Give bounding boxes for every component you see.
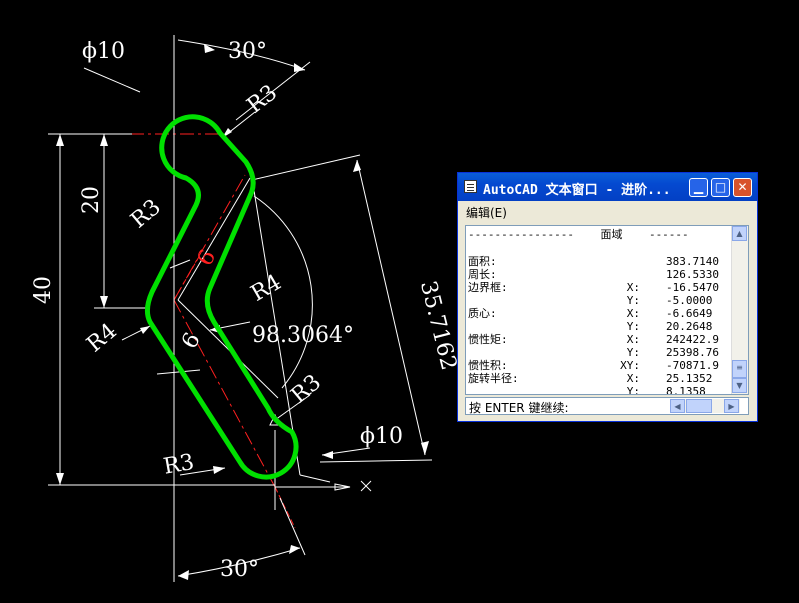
horizontal-scroll-thumb[interactable] — [686, 399, 712, 413]
command-prompt[interactable]: 按 ENTER 键继续: ◀ ▶ — [465, 397, 749, 415]
dim-r3-left: R3 — [126, 195, 165, 234]
scroll-right-icon[interactable]: ▶ — [724, 399, 739, 413]
list-item: Y: 20.2648 — [626, 320, 713, 333]
scroll-up-icon[interactable]: ▲ — [732, 226, 747, 241]
close-button[interactable]: ✕ — [733, 178, 752, 197]
dim-r4-right: R4 — [247, 270, 286, 307]
dim-diameter-top: ϕ10 — [82, 39, 125, 64]
list-item: 惯性积: XY: -70871.9 — [468, 359, 719, 372]
list-item: 面积: 383.7140 — [468, 255, 719, 268]
dim-angle-top: 30° — [228, 39, 267, 64]
list-item: Y: -5.0000 — [626, 294, 713, 307]
list-item: 边界框: X: -16.5470 — [468, 281, 719, 294]
autocad-text-window[interactable]: AutoCAD 文本窗口 - 进阶... ▁ □ ✕ 编辑(E) -------… — [457, 172, 758, 422]
list-item: Y: 8.1358 — [626, 385, 706, 395]
dim-r3-bottom-right: R3 — [287, 370, 326, 409]
scroll-thumb[interactable]: ≡ — [732, 360, 747, 378]
dimension-lines — [48, 35, 433, 582]
dim-angle-98: 98.3064° — [252, 323, 354, 348]
scroll-down-icon[interactable]: ▼ — [732, 378, 747, 393]
minimize-button[interactable]: ▁ — [689, 178, 708, 197]
dim-r4-left: R4 — [82, 319, 121, 358]
title-bar[interactable]: AutoCAD 文本窗口 - 进阶... ▁ □ ✕ — [458, 173, 757, 201]
menu-bar: 编辑(E) — [458, 202, 757, 220]
text-output-area[interactable]: ---------------- 面域 ------ 面积: 383.7140 周… — [465, 225, 749, 395]
output-header: ---------------- 面域 ------ — [468, 228, 689, 241]
prompt-text: 按 ENTER 键继续: — [469, 401, 569, 415]
list-item: 惯性矩: X: 242422.9 — [468, 333, 719, 346]
window-title: AutoCAD 文本窗口 - 进阶... — [483, 183, 671, 198]
dim-length-40: 40 — [31, 276, 56, 304]
scroll-left-icon[interactable]: ◀ — [670, 399, 685, 413]
dim-diameter-bottom: ϕ10 — [360, 424, 403, 449]
dim-length-20: 20 — [79, 186, 104, 214]
vertical-scrollbar[interactable]: ▲ ≡ ▼ — [731, 226, 748, 394]
text-window-icon — [464, 180, 477, 193]
center-lines — [130, 88, 296, 529]
list-item: 周长: 126.5330 — [468, 268, 719, 281]
maximize-button[interactable]: □ — [711, 178, 730, 197]
dim-angle-bottom: 30° — [220, 557, 259, 582]
dimension-arrowheads — [56, 44, 429, 580]
dim-r3-bottom-left: R3 — [162, 450, 196, 480]
list-item: Y: 25398.76 — [626, 346, 719, 359]
list-item: 旋转半径: X: 25.1352 — [468, 372, 713, 385]
menu-edit[interactable]: 编辑(E) — [466, 204, 507, 221]
horizontal-scrollbar[interactable]: ◀ ▶ — [670, 399, 740, 413]
dim-length-35: 35.7162 — [415, 278, 461, 372]
list-item: 质心: X: -6.6649 — [468, 307, 713, 320]
dim-r3-top-right: R3 — [243, 80, 282, 119]
